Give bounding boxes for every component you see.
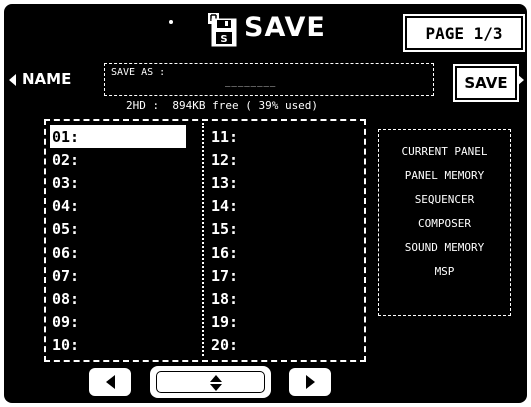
file-slot[interactable]: 12:: [209, 148, 364, 171]
file-slot[interactable]: 09:: [50, 311, 205, 334]
file-slot[interactable]: 07:: [50, 264, 205, 287]
file-slot[interactable]: 10:: [50, 334, 205, 357]
file-slot[interactable]: 20:: [209, 334, 364, 357]
file-slot[interactable]: 18:: [209, 287, 364, 310]
page-button[interactable]: PAGE 1/3: [405, 16, 523, 50]
data-type-item[interactable]: SOUND MEMORY: [379, 236, 510, 260]
name-left-arrow-icon[interactable]: [9, 74, 16, 86]
data-type-item[interactable]: PANEL MEMORY: [379, 164, 510, 188]
file-slot[interactable]: 17:: [209, 264, 364, 287]
file-slot[interactable]: 02:: [50, 148, 205, 171]
save-button[interactable]: SAVE: [455, 66, 517, 100]
up-arrow-icon: [210, 375, 222, 382]
data-type-item[interactable]: MSP: [379, 260, 510, 284]
file-slot[interactable]: 11:: [209, 125, 364, 148]
file-slot[interactable]: 19:: [209, 311, 364, 334]
left-arrow-icon: [105, 375, 115, 389]
right-arrow-icon: [305, 375, 315, 389]
file-slot[interactable]: 15:: [209, 218, 364, 241]
file-slot[interactable]: 14:: [209, 195, 364, 218]
scroll-up-down-button[interactable]: [150, 366, 271, 398]
file-slot[interactable]: 01:: [50, 125, 186, 149]
file-slot[interactable]: 03:: [50, 171, 205, 194]
save-as-value: ________: [225, 78, 277, 88]
data-type-list: CURRENT PANEL PANEL MEMORY SEQUENCER COMPOS…: [378, 129, 511, 316]
indicator-dot: [169, 20, 173, 24]
save-as-label: SAVE AS :: [111, 67, 166, 78]
slot-column-left: 01: 02: 03: 04: 05: 06: 07: 08: 09: 10:: [50, 125, 205, 357]
page-title: SAVE: [244, 12, 326, 43]
lcd-screen: S SAVE PAGE 1/3 NAME SAVE AS : ________ …: [4, 4, 527, 403]
file-slot[interactable]: 06:: [50, 241, 205, 264]
file-slot-list: 01: 02: 03: 04: 05: 06: 07: 08: 09: 10: 11: 12: 13:…: [44, 119, 366, 362]
file-slot[interactable]: 04:: [50, 195, 205, 218]
file-slot[interactable]: 08:: [50, 287, 205, 310]
data-type-item[interactable]: CURRENT PANEL: [379, 140, 510, 164]
save-right-arrow-icon[interactable]: [517, 74, 524, 86]
column-divider: [202, 123, 204, 356]
floppy-disk-icon: S: [208, 13, 237, 47]
prev-button[interactable]: [89, 368, 131, 396]
name-label[interactable]: NAME: [22, 70, 71, 88]
disk-info: 2HD : 894KB free ( 39% used): [126, 99, 319, 112]
data-type-item[interactable]: SEQUENCER: [379, 188, 510, 212]
down-arrow-icon: [210, 384, 222, 391]
file-slot[interactable]: 13:: [209, 171, 364, 194]
next-button[interactable]: [289, 368, 331, 396]
svg-text:S: S: [220, 34, 227, 45]
up-down-frame: [156, 371, 265, 393]
slot-column-right: 11: 12: 13: 14: 15: 16: 17: 18: 19: 20:: [209, 125, 364, 357]
file-slot[interactable]: 05:: [50, 218, 205, 241]
file-slot[interactable]: 16:: [209, 241, 364, 264]
data-type-item[interactable]: COMPOSER: [379, 212, 510, 236]
save-as-field[interactable]: SAVE AS : ________: [104, 63, 434, 96]
